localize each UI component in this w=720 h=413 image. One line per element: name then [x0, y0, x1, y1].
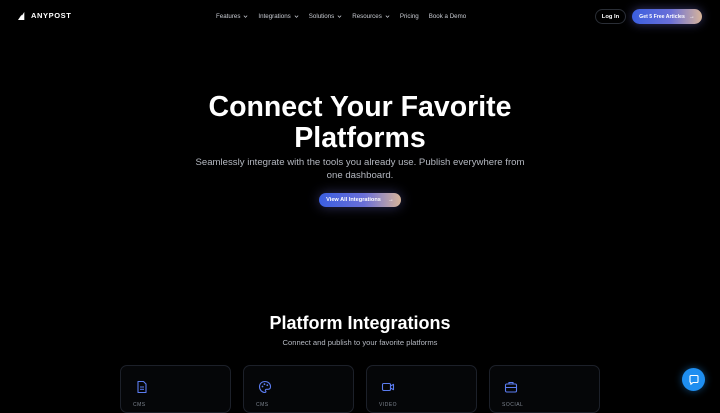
- brand-logo[interactable]: ANYPOST: [18, 11, 71, 21]
- nav-label: Pricing: [399, 13, 419, 20]
- arrow-right-icon: →: [688, 13, 695, 20]
- video-icon: [381, 380, 395, 394]
- hero-subtitle: Seamlessly integrate with the tools you …: [195, 157, 525, 181]
- nav-item-integrations[interactable]: Integrations: [258, 12, 299, 21]
- integration-card-video[interactable]: VIDEO: [366, 365, 477, 413]
- card-category-label: CMS: [256, 402, 269, 408]
- nav-label: Resources: [352, 13, 382, 20]
- login-button[interactable]: Log In: [595, 9, 626, 24]
- chevron-down-icon: [294, 15, 299, 18]
- palette-icon: [258, 380, 272, 394]
- hero-title: Connect Your Favorite Platforms: [208, 91, 512, 154]
- chat-launcher-button[interactable]: [682, 368, 705, 391]
- nav-label: Features: [216, 13, 241, 20]
- nav-item-book-demo[interactable]: Book a Demo: [429, 12, 467, 21]
- document-icon: [135, 380, 149, 394]
- card-category-label: SOCIAL: [502, 402, 524, 408]
- cta-label: Get 5 Free Articles: [639, 13, 685, 20]
- main-menu: Features Integrations Solutions Resource…: [216, 12, 466, 21]
- brand-name: ANYPOST: [31, 11, 72, 20]
- chevron-down-icon: [243, 15, 248, 18]
- chat-bubble-icon: [688, 374, 699, 385]
- nav-item-features[interactable]: Features: [216, 12, 248, 21]
- anypost-logo-icon: [18, 11, 25, 21]
- integration-card-cms-design[interactable]: CMS: [243, 365, 354, 413]
- top-nav: ANYPOST Features Integrations Solutions …: [0, 0, 720, 33]
- view-all-integrations-button[interactable]: View All Integrations →: [319, 193, 401, 207]
- chevron-down-icon: [385, 15, 390, 18]
- integration-card-social[interactable]: SOCIAL: [489, 365, 600, 413]
- card-category-label: CMS: [133, 402, 146, 408]
- section-subtitle: Connect and publish to your favorite pla…: [282, 338, 438, 347]
- briefcase-icon: [504, 380, 518, 394]
- arrow-right-icon: →: [387, 197, 394, 203]
- section-title: Platform Integrations: [269, 313, 451, 333]
- nav-label: Integrations: [258, 13, 291, 20]
- nav-item-resources[interactable]: Resources: [352, 12, 390, 21]
- nav-label: Book a Demo: [428, 13, 467, 20]
- hero-button-label: View All Integrations: [326, 197, 381, 203]
- nav-item-pricing[interactable]: Pricing: [400, 12, 419, 21]
- nav-label: Solutions: [308, 13, 335, 20]
- get-free-articles-button[interactable]: Get 5 Free Articles →: [632, 9, 702, 24]
- card-category-label: VIDEO: [379, 402, 398, 408]
- integration-card-cms[interactable]: CMS: [120, 365, 231, 413]
- chevron-down-icon: [337, 15, 342, 18]
- nav-item-solutions[interactable]: Solutions: [309, 12, 342, 21]
